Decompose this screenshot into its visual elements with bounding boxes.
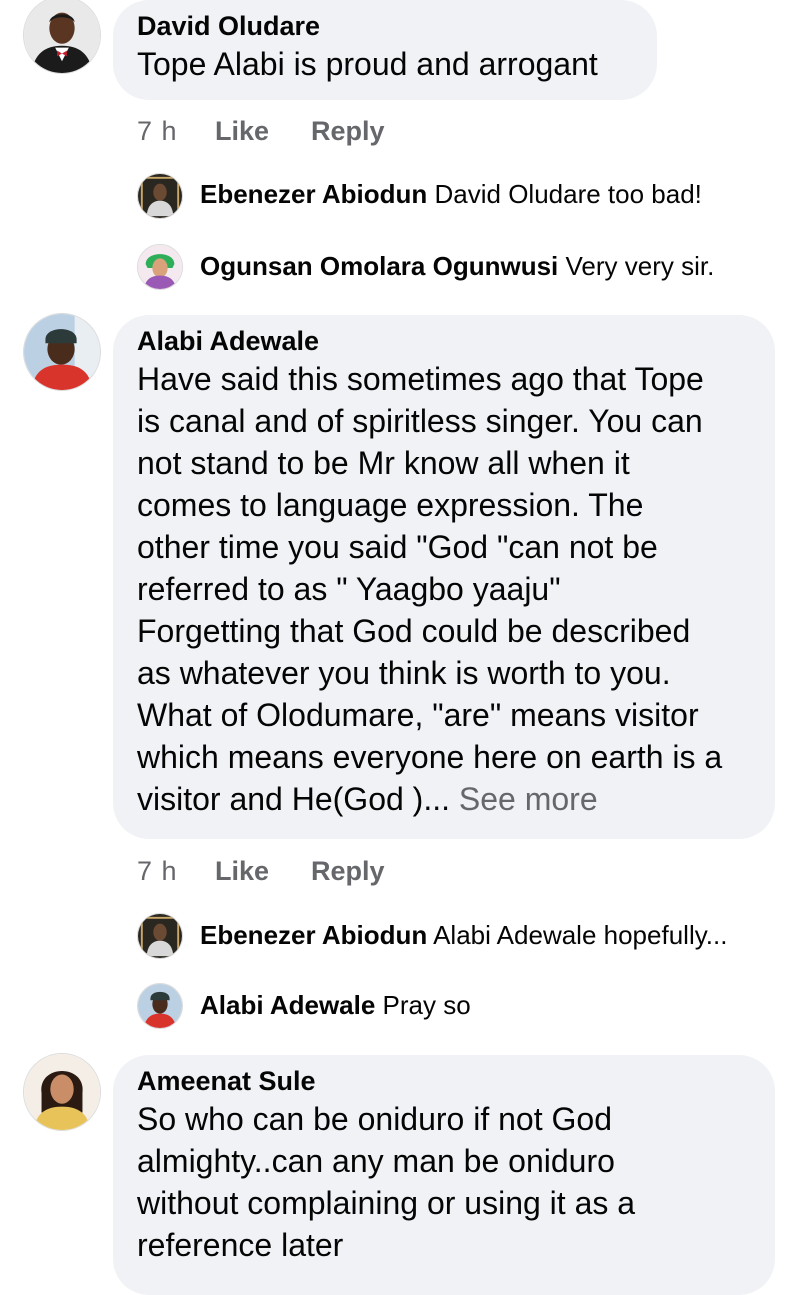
reply-author[interactable]: Ebenezer Abiodun	[200, 920, 427, 950]
comment-line: comes to language expression. The	[137, 487, 644, 523]
comment-line: is canal and of spiritless singer. You c…	[137, 403, 703, 439]
reply-item: Ebenezer Abiodun David Oludare too bad!	[200, 179, 702, 210]
avatar-ameenat-sule[interactable]	[23, 1053, 101, 1131]
comment-text: Tope Alabi is proud and arrogant	[137, 46, 598, 82]
reply-button[interactable]: Reply	[311, 856, 385, 887]
comment-line: almighty..can any man be oniduro	[137, 1143, 615, 1179]
comment-bubble: Alabi Adewale Have said this sometimes a…	[113, 315, 775, 839]
avatar-ogunsan-omolara[interactable]	[137, 244, 183, 290]
like-button[interactable]: Like	[215, 856, 311, 887]
avatar-alabi-adewale[interactable]	[23, 313, 101, 391]
comment-actions: 7 h Like Reply	[137, 112, 385, 150]
comment-actions: 7 h Like Reply	[137, 852, 385, 890]
avatar-david-oludare[interactable]	[23, 0, 101, 74]
reply-item: Ogunsan Omolara Ogunwusi Very very sir.	[200, 251, 714, 282]
comment-author[interactable]: David Oludare	[137, 9, 633, 43]
reply-button[interactable]: Reply	[311, 116, 385, 147]
comment-bubble: Ameenat Sule So who can be oniduro if no…	[113, 1055, 775, 1295]
comment-line: referred to as " Yaagbo yaaju"	[137, 571, 561, 607]
comment-line: What of Olodumare, "are" means visitor	[137, 697, 699, 733]
comment-line: So who can be oniduro if not God	[137, 1101, 612, 1137]
comment-line: not stand to be Mr know all when it	[137, 445, 630, 481]
avatar-alabi-adewale[interactable]	[137, 983, 183, 1029]
comment-text: Have said this sometimes ago that Tope i…	[137, 358, 751, 820]
see-more-link[interactable]: See more	[459, 781, 598, 817]
comment-line: other time you said "God "can not be	[137, 529, 658, 565]
reply-text: David Oludare too bad!	[434, 179, 702, 209]
comment-text: So who can be oniduro if not God almight…	[137, 1098, 751, 1266]
avatar-ebenezer-abiodun[interactable]	[137, 913, 183, 959]
comment-time[interactable]: 7 h	[137, 856, 215, 887]
reply-author[interactable]: Alabi Adewale	[200, 990, 375, 1020]
reply-author[interactable]: Ebenezer Abiodun	[200, 179, 427, 209]
reply-item: Ebenezer Abiodun Alabi Adewale hopefully…	[200, 920, 727, 951]
comment-author[interactable]: Alabi Adewale	[137, 324, 751, 358]
comment-line: without complaining or using it as a	[137, 1185, 636, 1221]
comment-line: as whatever you think is worth to you.	[137, 655, 671, 691]
like-button[interactable]: Like	[215, 116, 311, 147]
comment-line: Forgetting that God could be described	[137, 613, 691, 649]
reply-author[interactable]: Ogunsan Omolara Ogunwusi	[200, 251, 558, 281]
comment-line: Have said this sometimes ago that Tope	[137, 361, 704, 397]
avatar-ebenezer-abiodun[interactable]	[137, 173, 183, 219]
reply-text: Alabi Adewale hopefully...	[433, 920, 728, 950]
comment-line: reference later	[137, 1227, 344, 1263]
reply-item: Alabi Adewale Pray so	[200, 990, 471, 1021]
comment-bubble: David Oludare Tope Alabi is proud and ar…	[113, 0, 657, 100]
comment-author[interactable]: Ameenat Sule	[137, 1064, 751, 1098]
reply-text: Pray so	[382, 990, 471, 1020]
comment-time[interactable]: 7 h	[137, 116, 215, 147]
comment-line: visitor and He(God )... See more	[137, 778, 751, 820]
reply-text: Very very sir.	[565, 251, 715, 281]
comment-line-text: visitor and He(God )...	[137, 781, 450, 817]
comment-line: which means everyone here on earth is a	[137, 739, 723, 775]
